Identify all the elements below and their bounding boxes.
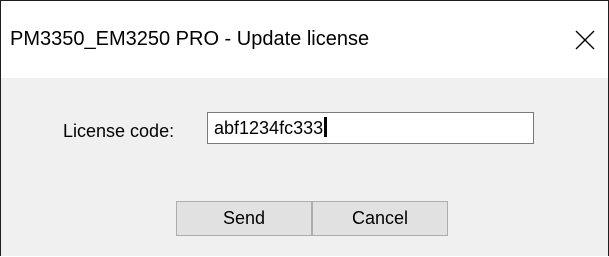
close-button[interactable] (562, 1, 608, 78)
title-bar[interactable]: PM3350_EM3250 PRO - Update license (1, 1, 608, 78)
license-code-input[interactable]: abf1234fc333 (207, 112, 534, 144)
cancel-button[interactable]: Cancel (312, 201, 448, 236)
text-caret (324, 117, 328, 137)
update-license-dialog: PM3350_EM3250 PRO - Update license Licen… (0, 0, 609, 256)
close-icon (575, 30, 595, 50)
send-button[interactable]: Send (176, 201, 312, 236)
window-title: PM3350_EM3250 PRO - Update license (10, 28, 370, 50)
license-code-value: abf1234fc333 (214, 118, 324, 138)
dialog-body: License code: abf1234fc333 Send Cancel (1, 78, 608, 256)
license-code-label: License code: (63, 121, 175, 141)
